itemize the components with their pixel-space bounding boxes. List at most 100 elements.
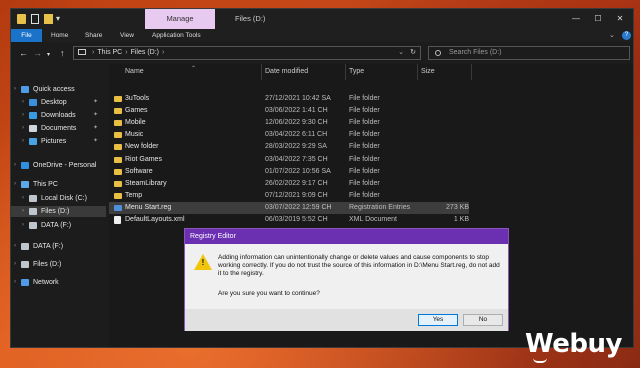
tab-application-tools[interactable]: Application Tools: [152, 29, 201, 42]
folder-icon: [114, 96, 122, 102]
customize-quick-access-icon[interactable]: ▾: [56, 14, 60, 24]
file-row[interactable]: SteamLibrary 26/02/2022 9:17 CH File folde…: [109, 178, 469, 190]
file-row[interactable]: Menu Start.reg 03/07/2022 12:59 CH Registr…: [109, 201, 469, 214]
nav-item-label: Pictures: [41, 138, 67, 145]
file-type: XML Document: [349, 216, 397, 223]
column-header-size[interactable]: Size: [421, 64, 435, 80]
nav-item[interactable]: › Desktop ✦: [11, 97, 106, 108]
column-divider[interactable]: [261, 64, 262, 80]
nav-item[interactable]: › Local Disk (C:): [11, 193, 106, 204]
back-arrow-icon[interactable]: ←: [19, 47, 28, 59]
tab-share[interactable]: Share: [85, 29, 102, 42]
pin-icon[interactable]: ✦: [93, 123, 98, 134]
column-header-name[interactable]: Name: [125, 64, 144, 80]
column-header-date[interactable]: Date modified: [265, 64, 308, 80]
folder-icon[interactable]: [17, 14, 26, 24]
minimize-button[interactable]: —: [565, 9, 587, 29]
up-arrow-icon[interactable]: ↑: [60, 47, 65, 59]
cloud-icon: [21, 162, 29, 169]
expand-chevron-icon[interactable]: ›: [22, 136, 24, 147]
file-name: Music: [125, 131, 144, 139]
file-name: 3uTools: [125, 95, 150, 102]
nav-item[interactable]: › Downloads ✦: [11, 110, 106, 121]
tab-home[interactable]: Home: [51, 29, 68, 42]
address-bar[interactable]: › This PC › Files (D:) › ⌄ ↻: [73, 46, 421, 60]
folder-icon: [114, 120, 122, 127]
expand-chevron-icon[interactable]: ›: [22, 206, 24, 217]
maximize-button[interactable]: ☐: [587, 9, 609, 29]
file-row[interactable]: Riot Games 03/04/2022 7:35 CH File folder: [109, 154, 469, 166]
file-row[interactable]: 3uTools 27/12/2021 10:42 SA File folder: [109, 93, 469, 105]
file-type: File folder: [349, 191, 380, 199]
expand-chevron-icon[interactable]: ›: [22, 193, 24, 204]
documents-folder-icon: [29, 125, 37, 132]
file-row[interactable]: Mobile 12/06/2022 9:30 CH File folder: [109, 117, 469, 129]
properties-icon[interactable]: [31, 14, 39, 24]
watermark-logo: Webuy: [525, 329, 622, 359]
network-icon: [21, 279, 29, 286]
expand-chevron-icon[interactable]: ›: [22, 220, 24, 231]
expand-chevron-icon[interactable]: ›: [22, 110, 24, 121]
expand-chevron-icon[interactable]: ›: [14, 241, 16, 252]
help-icon[interactable]: ?: [622, 31, 631, 40]
folder-icon: [114, 132, 122, 139]
folder-icon: [114, 144, 122, 151]
file-row[interactable]: DefaultLayouts.xml 06/03/2019 5:52 CH XML …: [109, 214, 469, 226]
nav-item[interactable]: › OneDrive - Personal: [11, 160, 106, 171]
file-row[interactable]: Software 01/07/2022 10:56 SA File folder: [109, 166, 469, 178]
forward-arrow-icon[interactable]: →: [33, 47, 42, 59]
file-row[interactable]: Games 03/06/2022 1:41 CH File folder: [109, 105, 469, 117]
nav-item[interactable]: › DATA (F:): [11, 220, 106, 231]
file-name: Games: [125, 107, 148, 115]
tab-file[interactable]: File: [11, 29, 42, 42]
nav-item[interactable]: › Quick access: [11, 84, 106, 95]
pin-icon[interactable]: ✦: [93, 136, 98, 147]
column-divider[interactable]: [345, 64, 346, 80]
nav-item[interactable]: › DATA (F:): [11, 241, 106, 252]
pictures-folder-icon: [29, 138, 37, 145]
yes-button[interactable]: Yes: [418, 314, 458, 326]
navigation-pane: › Quick access › Desktop ✦ › Downloads ✦ › Docume…: [11, 64, 106, 347]
column-header-type[interactable]: Type: [349, 64, 364, 80]
address-dropdown-icon[interactable]: ⌄: [398, 47, 404, 59]
pin-icon[interactable]: ✦: [93, 97, 98, 108]
nav-item[interactable]: › Files (D:): [11, 259, 106, 270]
recent-locations-icon[interactable]: ▾: [47, 49, 50, 61]
nav-item-label: DATA (F:): [41, 222, 72, 229]
file-type: File folder: [349, 179, 380, 187]
file-row[interactable]: Temp 07/12/2021 9:09 CH File folder: [109, 190, 469, 202]
close-button[interactable]: ✕: [609, 9, 631, 29]
nav-item[interactable]: › This PC: [11, 179, 106, 190]
expand-chevron-icon[interactable]: ›: [14, 160, 16, 171]
column-divider[interactable]: [417, 64, 418, 80]
expand-ribbon-icon[interactable]: ⌄: [609, 29, 615, 42]
file-date: 03/04/2022 7:35 CH: [265, 155, 328, 163]
search-input[interactable]: Search Files (D:): [428, 46, 630, 60]
expand-chevron-icon[interactable]: ›: [22, 123, 24, 134]
dialog-question: Are you sure you want to continue?: [218, 290, 320, 297]
nav-item[interactable]: › Files (D:): [11, 206, 106, 217]
file-row[interactable]: New folder 28/03/2022 9:29 SA File folder: [109, 141, 469, 153]
expand-chevron-icon[interactable]: ›: [14, 277, 16, 288]
breadcrumb-this-pc[interactable]: This PC: [97, 49, 122, 56]
nav-item-label: Local Disk (C:): [41, 195, 87, 202]
tab-view[interactable]: View: [120, 29, 134, 42]
new-folder-icon[interactable]: [44, 14, 53, 24]
expand-chevron-icon[interactable]: ›: [14, 84, 16, 95]
nav-item[interactable]: › Pictures ✦: [11, 136, 106, 147]
expand-chevron-icon[interactable]: ›: [14, 179, 16, 190]
expand-chevron-icon[interactable]: ›: [14, 259, 16, 270]
pin-icon[interactable]: ✦: [93, 110, 98, 121]
file-type: File folder: [349, 131, 380, 139]
column-divider[interactable]: [471, 64, 472, 80]
file-type: File folder: [349, 95, 380, 102]
nav-item[interactable]: › Network: [11, 277, 106, 288]
nav-item[interactable]: › Documents ✦: [11, 123, 106, 134]
breadcrumb-files-d[interactable]: Files (D:): [131, 49, 159, 56]
folder-icon: [114, 180, 122, 187]
refresh-icon[interactable]: ↻: [410, 47, 416, 59]
no-button[interactable]: No: [463, 314, 503, 326]
file-row[interactable]: Music 03/04/2022 6:11 CH File folder: [109, 129, 469, 141]
expand-chevron-icon[interactable]: ›: [22, 97, 24, 108]
tab-manage[interactable]: Manage: [145, 9, 215, 29]
